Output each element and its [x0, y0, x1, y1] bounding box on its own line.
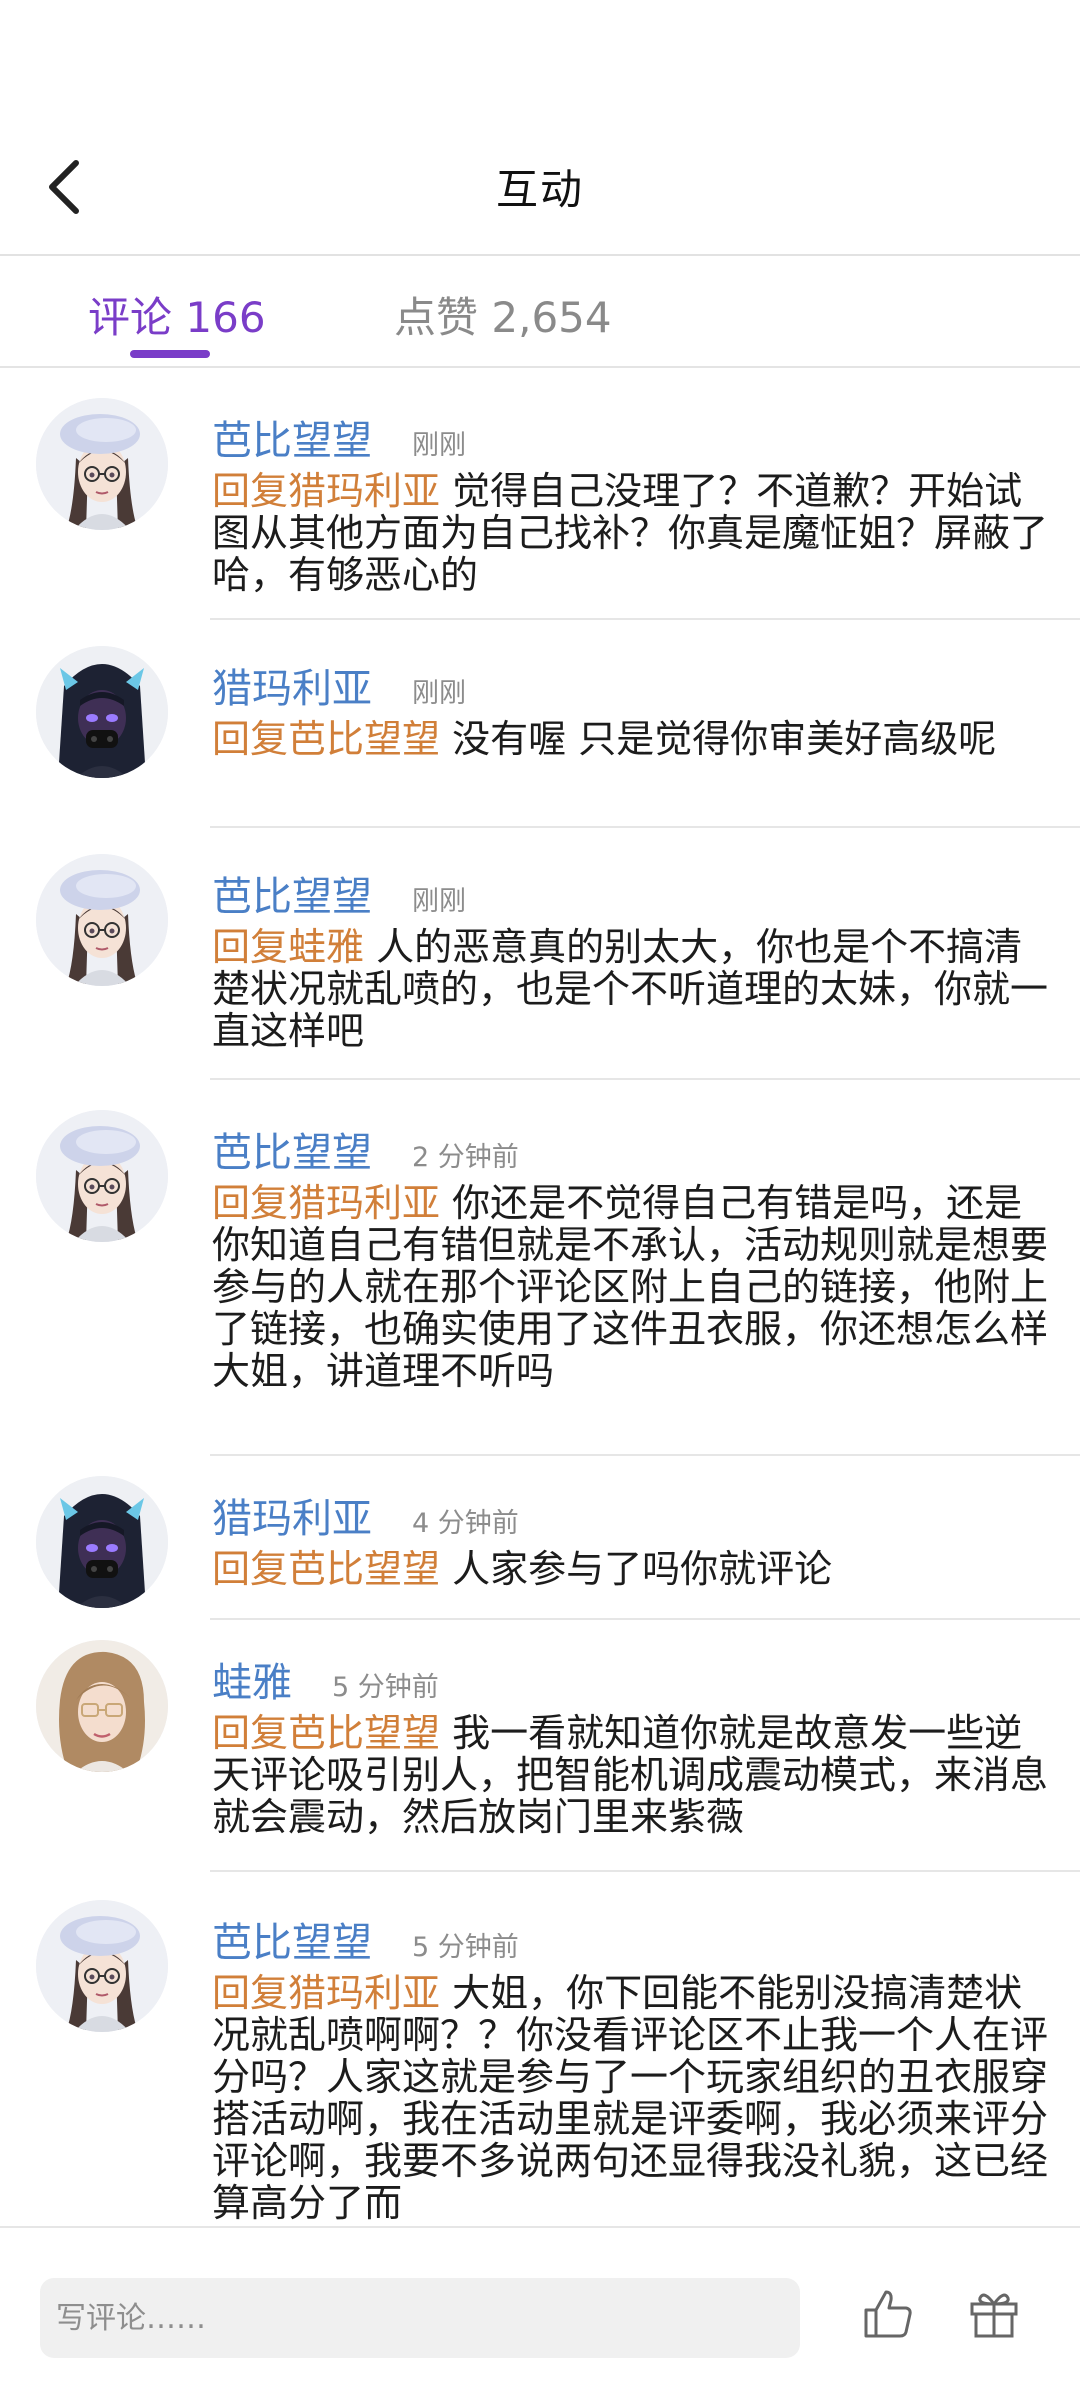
- comment-item: 芭比望望 刚刚 回复猎玛利亚 觉得自己没理了？不道歉？开始试图从其他方面为自己找…: [0, 368, 1080, 620]
- tab-likes-count: 2,654: [491, 293, 612, 342]
- comment-username[interactable]: 芭比望望: [212, 408, 372, 466]
- comment-item: 芭比望望 5 分钟前 回复猎玛利亚 大姐，你下回能不能别没搞清楚状况就乱喷啊啊？…: [0, 1872, 1080, 2226]
- comment-list[interactable]: 芭比望望 刚刚 回复猎玛利亚 觉得自己没理了？不道歉？开始试图从其他方面为自己找…: [0, 368, 1080, 2226]
- comment-username[interactable]: 蛙雅: [212, 1650, 292, 1708]
- tab-likes[interactable]: 点赞 2,654: [394, 284, 612, 345]
- tab-likes-label: 点赞: [394, 293, 479, 342]
- comment-timestamp: 刚刚: [412, 886, 466, 917]
- avatar[interactable]: [36, 1900, 168, 2032]
- reply-target[interactable]: 回复芭比望望: [212, 717, 440, 761]
- comment-username[interactable]: 猎玛利亚: [212, 656, 372, 714]
- comment-item: 猎玛利亚 4 分钟前 回复芭比望望 人家参与了吗你就评论: [0, 1456, 1080, 1620]
- tab-comments-label: 评论: [88, 293, 173, 342]
- tab-comments-count: 166: [185, 293, 266, 342]
- comment-item: 芭比望望 2 分钟前 回复猎玛利亚 你还是不觉得自己有错是吗，还是你知道自己有错…: [0, 1080, 1080, 1456]
- comment-text: 回复猎玛利亚 你还是不觉得自己有错是吗，还是你知道自己有错但就是不承认，活动规则…: [212, 1182, 1058, 1392]
- avatar[interactable]: [36, 646, 168, 778]
- gift-button[interactable]: [962, 2282, 1026, 2346]
- tab-comments[interactable]: 评论 166: [88, 284, 266, 345]
- gift-icon[interactable]: [966, 2286, 1022, 2342]
- comment-username[interactable]: 芭比望望: [212, 1910, 372, 1968]
- comment-body: 没有喔 只是觉得你审美好高级呢: [452, 717, 997, 761]
- thumbs-up-icon[interactable]: [860, 2286, 916, 2342]
- like-button[interactable]: [856, 2282, 920, 2346]
- comment-timestamp: 刚刚: [412, 678, 466, 709]
- comment-item: 蛙雅 5 分钟前 回复芭比望望 我一看就知道你就是故意发一些逆天评论吸引别人，把…: [0, 1620, 1080, 1872]
- comment-text: 回复芭比望望 人家参与了吗你就评论: [212, 1548, 1058, 1590]
- comment-input[interactable]: [40, 2278, 800, 2358]
- active-tab-indicator: [130, 350, 210, 358]
- page-title: 互动: [495, 165, 584, 214]
- reply-target[interactable]: 回复芭比望望: [212, 1711, 440, 1755]
- bottom-comment-bar: [0, 2226, 1080, 2403]
- reply-target[interactable]: 回复蛙雅: [212, 925, 364, 969]
- comment-text: 回复蛙雅 人的恶意真的别太大，你也是个不搞清楚状况就乱喷的，也是个不听道理的太妹…: [212, 926, 1058, 1052]
- comment-timestamp: 4 分钟前: [412, 1508, 519, 1539]
- avatar[interactable]: [36, 1110, 168, 1242]
- comment-text: 回复猎玛利亚 大姐，你下回能不能别没搞清楚状况就乱喷啊啊？？你没看评论区不止我一…: [212, 1972, 1058, 2224]
- reply-target[interactable]: 回复猎玛利亚: [212, 469, 440, 513]
- comment-username[interactable]: 猎玛利亚: [212, 1486, 372, 1544]
- avatar[interactable]: [36, 1476, 168, 1608]
- comment-text: 回复猎玛利亚 觉得自己没理了？不道歉？开始试图从其他方面为自己找补？你真是魔怔姐…: [212, 470, 1058, 596]
- comment-text: 回复芭比望望 没有喔 只是觉得你审美好高级呢: [212, 718, 1058, 760]
- comment-timestamp: 刚刚: [412, 430, 466, 461]
- comment-timestamp: 5 分钟前: [332, 1672, 439, 1703]
- avatar[interactable]: [36, 1640, 168, 1772]
- reply-target[interactable]: 回复猎玛利亚: [212, 1971, 440, 2015]
- top-bar: 互动: [0, 0, 1080, 256]
- tab-bar: 评论 166 点赞 2,654: [0, 256, 1080, 368]
- comment-body: 人家参与了吗你就评论: [452, 1547, 833, 1591]
- comment-timestamp: 5 分钟前: [412, 1932, 519, 1963]
- comment-timestamp: 2 分钟前: [412, 1142, 519, 1173]
- avatar[interactable]: [36, 398, 168, 530]
- reply-target[interactable]: 回复芭比望望: [212, 1547, 440, 1591]
- comment-text: 回复芭比望望 我一看就知道你就是故意发一些逆天评论吸引别人，把智能机调成震动模式…: [212, 1712, 1058, 1838]
- comment-item: 芭比望望 刚刚 回复蛙雅 人的恶意真的别太大，你也是个不搞清楚状况就乱喷的，也是…: [0, 828, 1080, 1080]
- comment-username[interactable]: 芭比望望: [212, 864, 372, 922]
- comment-username[interactable]: 芭比望望: [212, 1120, 372, 1178]
- avatar[interactable]: [36, 854, 168, 986]
- reply-target[interactable]: 回复猎玛利亚: [212, 1181, 440, 1225]
- comment-item: 猎玛利亚 刚刚 回复芭比望望 没有喔 只是觉得你审美好高级呢: [0, 620, 1080, 828]
